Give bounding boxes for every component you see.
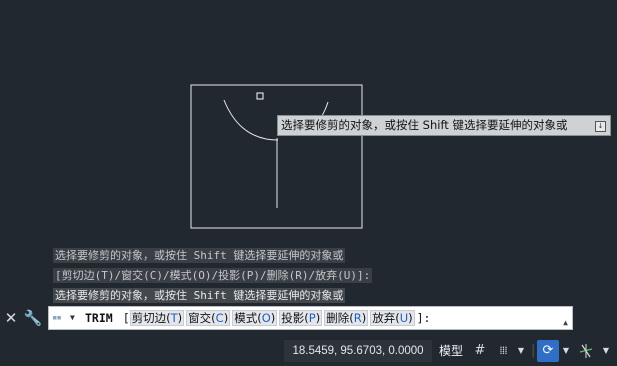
option-label: 投影(: [281, 311, 309, 325]
option-label: 模式(: [234, 311, 262, 325]
command-line-bar: ✕ 🔧 ▪▪ ▼ TRIM[剪切边(T) 窗交(C) 模式(O) 投影(P) 删除(R)…: [0, 305, 617, 332]
option-label: 放弃(: [372, 311, 400, 325]
chevron-down-icon[interactable]: ▼: [560, 340, 572, 362]
option-close: ): [223, 311, 229, 325]
grid-icon[interactable]: #: [470, 340, 490, 362]
arc-entity[interactable]: [223, 99, 279, 141]
option-key: P: [308, 311, 316, 325]
option-close: ): [315, 311, 321, 325]
model-space-button[interactable]: 模型: [435, 340, 467, 362]
close-bracket: ]:: [416, 311, 431, 325]
option-close: ): [408, 311, 413, 325]
option-label: 剪切边(: [131, 311, 171, 325]
coordinates-readout[interactable]: 18.5459, 95.6703, 0.0000: [284, 340, 432, 362]
command-prompt: TRIM[剪切边(T) 窗交(C) 模式(O) 投影(P) 删除(R) 放弃(U)]:: [85, 307, 430, 329]
isodraft-glyph: [579, 343, 593, 358]
isodraft-icon[interactable]: [576, 340, 596, 362]
divider: |: [531, 343, 536, 358]
option-key: C: [215, 311, 224, 325]
option-close: ): [361, 311, 367, 325]
option-label: 窗交(: [188, 311, 216, 325]
option-key: O: [261, 311, 271, 325]
command-tooltip: 选择要修剪的对象，或按住 Shift 键选择要延伸的对象或 ↓: [277, 115, 611, 136]
snap-icon[interactable]: ⁞⁞⁞: [492, 340, 514, 362]
open-bracket: [: [122, 311, 130, 325]
option-key: U: [399, 311, 409, 325]
expand-icon[interactable]: ↓: [595, 121, 606, 132]
status-bar: 18.5459, 95.6703, 0.0000 模型 # ⁞⁞⁞ ▼ | ⟳ …: [0, 336, 617, 366]
history-line-1: 选择要修剪的对象，或按住 Shift 键选择要延伸的对象或: [53, 248, 346, 263]
option-label: 删除(: [326, 311, 354, 325]
option-key: T: [170, 311, 178, 325]
option-undo[interactable]: 放弃(U): [370, 310, 415, 326]
option-erase[interactable]: 删除(R): [324, 310, 369, 326]
wrench-icon[interactable]: 🔧: [22, 305, 44, 332]
command-name: TRIM: [85, 311, 113, 325]
chevron-up-icon[interactable]: ▲: [563, 312, 568, 334]
pickbox-cursor: [256, 92, 264, 100]
option-close: ): [270, 311, 276, 325]
chevron-down-icon: ▼: [70, 313, 75, 322]
tooltip-text: 选择要修剪的对象，或按住 Shift 键选择要延伸的对象或: [281, 118, 568, 132]
close-icon[interactable]: ✕: [0, 305, 22, 332]
option-mode[interactable]: 模式(O): [232, 310, 278, 326]
chevron-down-icon[interactable]: ▼: [515, 340, 527, 362]
recent-commands-icon: ▪▪: [52, 313, 62, 323]
option-crossing[interactable]: 窗交(C): [186, 310, 231, 326]
option-close: ): [177, 311, 183, 325]
command-input[interactable]: ▪▪ ▼ TRIM[剪切边(T) 窗交(C) 模式(O) 投影(P) 删除(R) 放弃(U…: [48, 306, 573, 330]
history-line-2: [剪切边(T)/窗交(C)/模式(O)/投影(P)/删除(R)/放弃(U)]:: [53, 268, 373, 283]
option-cut-edges[interactable]: 剪切边(T): [129, 310, 185, 326]
recent-commands-button[interactable]: ▪▪ ▼: [52, 311, 78, 325]
option-project[interactable]: 投影(P): [279, 310, 323, 326]
polar-tracking-icon[interactable]: ⟳: [537, 340, 559, 362]
option-key: R: [353, 311, 362, 325]
chevron-down-icon[interactable]: ▼: [600, 340, 612, 362]
history-line-3: 选择要修剪的对象，或按住 Shift 键选择要延伸的对象或: [53, 288, 346, 303]
